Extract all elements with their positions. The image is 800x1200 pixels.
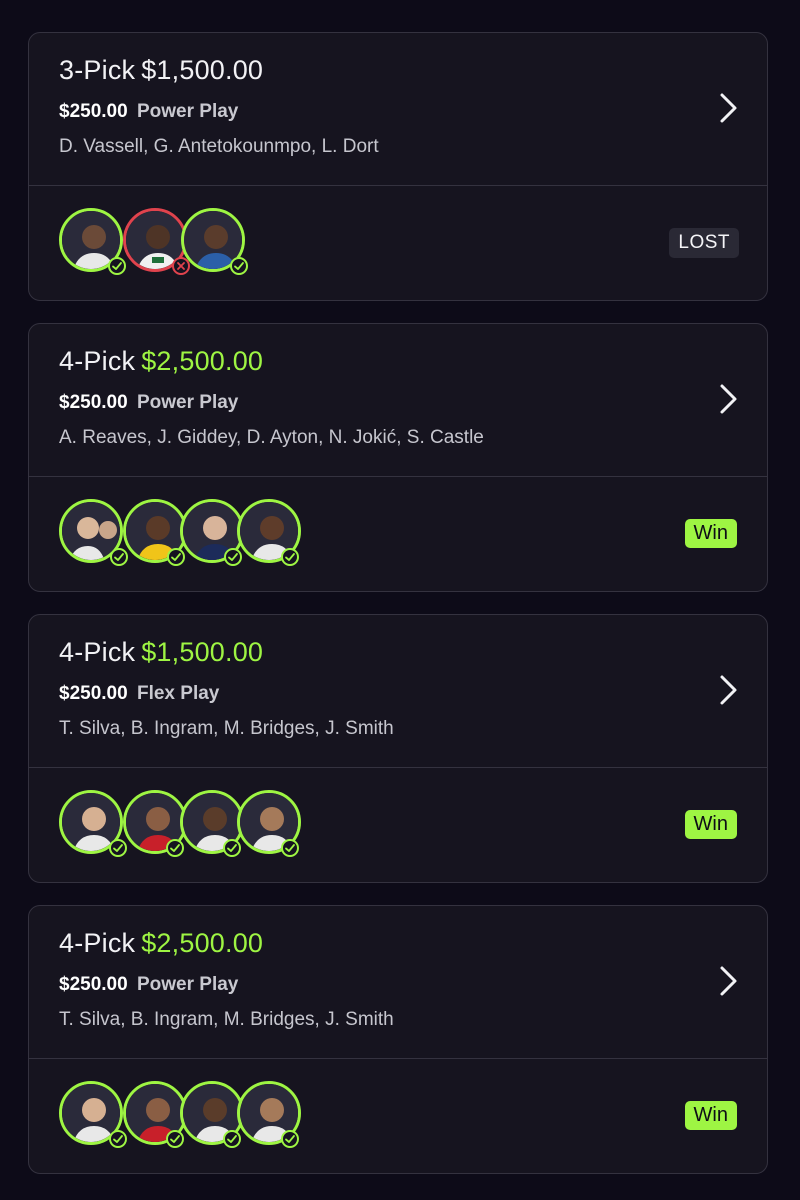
entry-card-header[interactable]: 4-Pick $1,500.00 $250.00 Flex Play T. Sil… bbox=[29, 615, 767, 768]
entry-amount: $250.00 bbox=[59, 101, 128, 122]
check-icon bbox=[167, 548, 185, 566]
check-icon bbox=[281, 548, 299, 566]
entry-card-header[interactable]: 4-Pick $2,500.00 $250.00 Power Play A. Re… bbox=[29, 324, 767, 477]
pick-label: 4-Pick bbox=[59, 346, 136, 376]
status-badge: LOST bbox=[669, 228, 739, 258]
check-icon bbox=[110, 548, 128, 566]
entry-amount: $250.00 bbox=[59, 683, 128, 704]
check-icon bbox=[166, 1130, 184, 1148]
entry-card-footer: Win bbox=[29, 477, 767, 591]
player-list: A. Reaves, J. Giddey, D. Ayton, N. Jokić… bbox=[59, 427, 484, 448]
check-icon bbox=[224, 548, 242, 566]
check-icon bbox=[230, 257, 248, 275]
check-icon bbox=[108, 257, 126, 275]
entry-title: 3-Pick $1,500.00 bbox=[59, 55, 263, 86]
play-type: Flex Play bbox=[136, 683, 220, 704]
entry-card[interactable]: 3-Pick $1,500.00 $250.00 Power Play D. Va… bbox=[28, 32, 768, 301]
play-type: Power Play bbox=[136, 974, 239, 995]
player-list: T. Silva, B. Ingram, M. Bridges, J. Smit… bbox=[59, 718, 394, 739]
player-list: D. Vassell, G. Antetokounmpo, L. Dort bbox=[59, 136, 379, 157]
check-icon bbox=[223, 839, 241, 857]
pick-label: 4-Pick bbox=[59, 637, 136, 667]
payout-amount: $1,500.00 bbox=[141, 55, 264, 85]
play-type: Power Play bbox=[136, 392, 239, 413]
entry-title: 4-Pick $1,500.00 bbox=[59, 637, 263, 668]
entry-card[interactable]: 4-Pick $2,500.00 $250.00 Power Play A. Re… bbox=[28, 323, 768, 592]
entry-subtitle: $250.00 Power Play bbox=[59, 101, 238, 123]
payout-amount: $1,500.00 bbox=[141, 637, 264, 667]
payout-amount: $2,500.00 bbox=[141, 928, 264, 958]
payout-amount: $2,500.00 bbox=[141, 346, 264, 376]
entry-title: 4-Pick $2,500.00 bbox=[59, 346, 263, 377]
entry-subtitle: $250.00 Flex Play bbox=[59, 683, 219, 705]
entry-card-header[interactable]: 4-Pick $2,500.00 $250.00 Power Play T. Si… bbox=[29, 906, 767, 1059]
check-icon bbox=[109, 839, 127, 857]
check-icon bbox=[281, 839, 299, 857]
status-badge: Win bbox=[684, 1101, 737, 1130]
entry-card[interactable]: 4-Pick $1,500.00 $250.00 Flex Play T. Sil… bbox=[28, 614, 768, 883]
entry-card[interactable]: 4-Pick $2,500.00 $250.00 Power Play T. Si… bbox=[28, 905, 768, 1174]
check-icon bbox=[109, 1130, 127, 1148]
chevron-right-icon[interactable] bbox=[713, 964, 743, 998]
player-list: T. Silva, B. Ingram, M. Bridges, J. Smit… bbox=[59, 1009, 394, 1030]
check-icon bbox=[166, 839, 184, 857]
play-type: Power Play bbox=[136, 101, 239, 122]
entry-title: 4-Pick $2,500.00 bbox=[59, 928, 263, 959]
chevron-right-icon[interactable] bbox=[713, 673, 743, 707]
entry-card-footer: Win bbox=[29, 768, 767, 882]
pick-label: 3-Pick bbox=[59, 55, 136, 85]
entry-card-footer: LOST bbox=[29, 186, 767, 300]
chevron-right-icon[interactable] bbox=[713, 91, 743, 125]
entry-amount: $250.00 bbox=[59, 974, 128, 995]
check-icon bbox=[281, 1130, 299, 1148]
status-badge: Win bbox=[684, 519, 737, 548]
entry-subtitle: $250.00 Power Play bbox=[59, 392, 238, 414]
check-icon bbox=[223, 1130, 241, 1148]
entry-card-header[interactable]: 3-Pick $1,500.00 $250.00 Power Play D. Va… bbox=[29, 33, 767, 186]
status-badge: Win bbox=[684, 810, 737, 839]
entry-card-footer: Win bbox=[29, 1059, 767, 1173]
entry-amount: $250.00 bbox=[59, 392, 128, 413]
chevron-right-icon[interactable] bbox=[713, 382, 743, 416]
pick-label: 4-Pick bbox=[59, 928, 136, 958]
entry-subtitle: $250.00 Power Play bbox=[59, 974, 238, 996]
